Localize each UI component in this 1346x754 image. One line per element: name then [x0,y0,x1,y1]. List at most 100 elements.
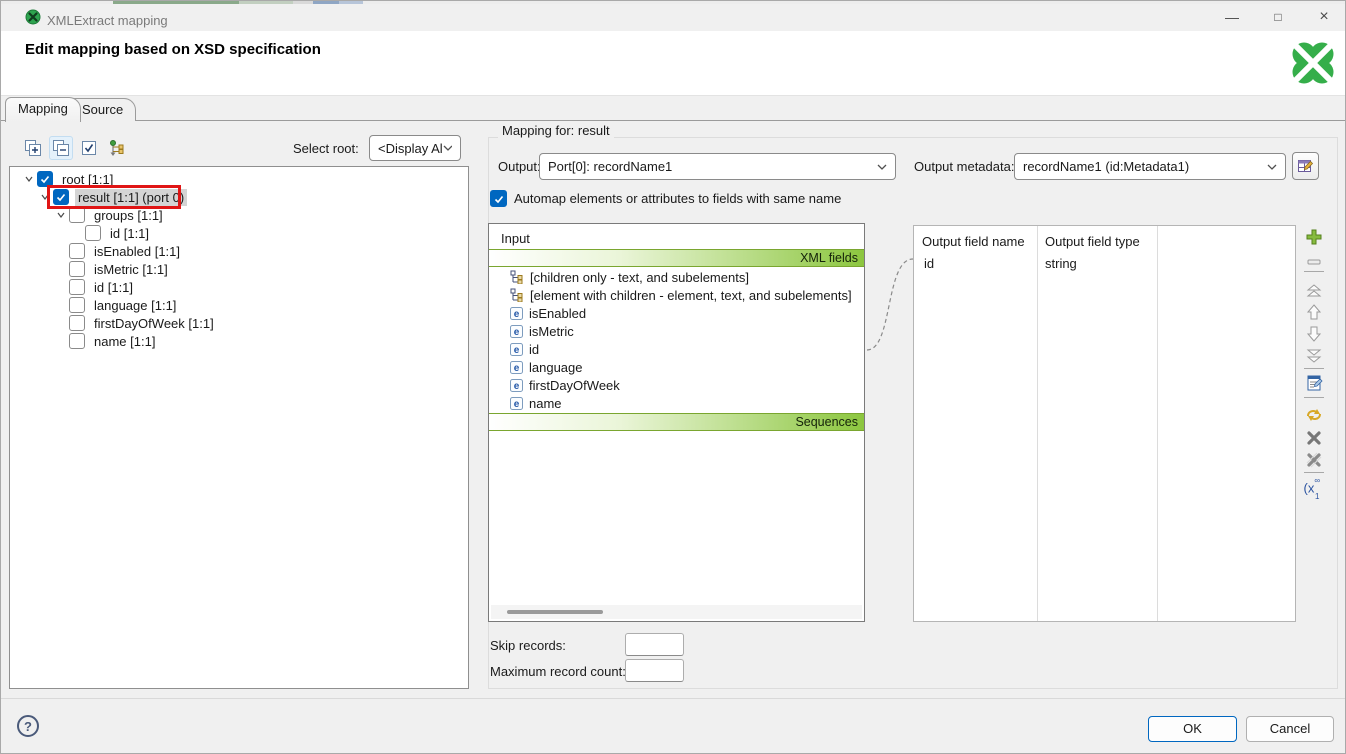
move-top-button[interactable] [1304,280,1324,300]
output-metadata-combo[interactable]: recordName1 (id:Metadata1) [1014,153,1286,180]
table-cell-field-name[interactable]: id [924,256,934,271]
tree-item-groups[interactable]: groups [1:1] [10,206,468,224]
element-icon: e [510,343,523,356]
checkbox-unchecked[interactable] [69,297,85,313]
chevron-expanded-icon[interactable] [21,174,37,184]
toolbar-separator [1304,368,1324,369]
double-chevron-up-icon [1305,282,1323,298]
input-item-label: name [529,396,562,411]
output-metadata-label: Output metadata: [914,159,1014,174]
tree-item-result[interactable]: result [1:1] (port 0) [10,188,468,206]
automap-checkbox[interactable] [490,190,507,207]
max-record-count-input[interactable] [625,659,684,682]
double-chevron-down-icon [1305,348,1323,364]
svg-text:e: e [514,345,520,356]
tree-item-ismetric[interactable]: isMetric [1:1] [10,260,468,278]
checkbox-unchecked[interactable] [69,279,85,295]
input-item-name[interactable]: e name [489,394,864,412]
edit-metadata-field-button[interactable] [1304,373,1324,393]
arrow-up-icon [1305,303,1323,321]
remove-field-button[interactable] [1304,252,1324,272]
input-item-label: id [529,342,539,357]
input-item-language[interactable]: e language [489,358,864,376]
help-button[interactable]: ? [17,715,39,737]
select-root-combo[interactable]: <Display All> [369,135,461,161]
chevron-down-icon [877,164,887,170]
xml-tree-icon [510,270,524,284]
ok-button[interactable]: OK [1148,716,1237,742]
minimize-button[interactable]: — [1217,4,1247,30]
add-field-button[interactable] [1304,227,1324,247]
tab-mapping[interactable]: Mapping [5,97,81,122]
checkbox-unchecked[interactable] [69,333,85,349]
move-down-button[interactable] [1304,324,1324,344]
edit-metadata-button[interactable] [1292,152,1319,180]
cancel-button[interactable]: Cancel [1246,716,1334,742]
xml-tree-icon [510,288,524,302]
input-item-label: firstDayOfWeek [529,378,620,393]
input-item-firstdayofweek[interactable]: e firstDayOfWeek [489,376,864,394]
input-item-children-only[interactable]: [children only - text, and subelements] [489,268,864,286]
clover-logo-icon [1289,39,1337,87]
occurrence-icon: (x∞1 [1304,481,1325,498]
tree-item-label: firstDayOfWeek [1:1] [91,315,217,332]
input-item-label: [element with children - element, text, … [530,288,852,303]
close-button[interactable]: × [1309,4,1339,30]
automap-button[interactable] [1304,405,1324,425]
move-bottom-button[interactable] [1304,346,1324,366]
toolbar-separator [1304,397,1324,398]
horizontal-scrollbar[interactable] [491,605,862,619]
tree-item-groups-id[interactable]: id [1:1] [10,224,468,242]
collapse-all-icon[interactable] [49,136,73,160]
checkbox-checked[interactable] [53,189,69,205]
tree-item-language[interactable]: language [1:1] [10,296,468,314]
edit-form-icon [1305,374,1323,392]
tree-structure-icon[interactable] [105,136,129,160]
clear-mapping-button[interactable] [1304,428,1324,448]
max-record-count-label: Maximum record count: [490,664,626,679]
chevron-expanded-icon[interactable] [53,210,69,220]
input-item-id[interactable]: e id [489,340,864,358]
checkbox-unchecked[interactable] [69,207,85,223]
checkbox-unchecked[interactable] [69,261,85,277]
output-port-combo[interactable]: Port[0]: recordName1 [539,153,896,180]
clear-x-icon [1306,430,1322,446]
element-icon: e [510,379,523,392]
input-item-label: [children only - text, and subelements] [530,270,749,285]
tree-item-root[interactable]: root [1:1] [10,170,468,188]
checkbox-unchecked[interactable] [69,315,85,331]
input-item-ismetric[interactable]: e isMetric [489,322,864,340]
skip-records-input[interactable] [625,633,684,656]
input-item-label: isMetric [529,324,574,339]
tree-item-label: language [1:1] [91,297,179,314]
skip-records-label: Skip records: [490,638,566,653]
select-root-label: Select root: [293,141,359,156]
checkbox-unchecked[interactable] [85,225,101,241]
svg-text:e: e [514,327,520,338]
chevron-expanded-icon[interactable] [37,192,53,202]
checkbox-unchecked[interactable] [69,243,85,259]
tree-item-label: isMetric [1:1] [91,261,171,278]
column-header-name: Output field name [922,234,1025,249]
tree-item-name[interactable]: name [1:1] [10,332,468,350]
check-elements-icon[interactable] [77,136,101,160]
occurrence-range-button[interactable]: (x∞1 [1301,479,1327,499]
scrollbar-thumb[interactable] [507,610,603,614]
clear-all-mappings-button[interactable] [1304,450,1324,470]
input-item-element-with-children[interactable]: [element with children - element, text, … [489,286,864,304]
input-item-isenabled[interactable]: e isEnabled [489,304,864,322]
expand-all-icon[interactable] [21,136,45,160]
mapping-connector-line [861,251,921,357]
plus-icon [1305,228,1323,246]
tree-item-firstdayofweek[interactable]: firstDayOfWeek [1:1] [10,314,468,332]
table-cell-field-type[interactable]: string [1045,256,1077,271]
move-up-button[interactable] [1304,302,1324,322]
mapping-group-title: Mapping for: result [498,123,614,138]
input-item-label: language [529,360,583,375]
tree-item-id[interactable]: id [1:1] [10,278,468,296]
checkbox-checked[interactable] [37,171,53,187]
output-fields-table[interactable]: Output field name Output field type id s… [913,225,1296,622]
maximize-button[interactable]: □ [1263,4,1293,30]
xsd-tree-panel[interactable]: root [1:1] result [1:1] (port 0) groups … [9,166,469,689]
tree-item-isenabled[interactable]: isEnabled [1:1] [10,242,468,260]
